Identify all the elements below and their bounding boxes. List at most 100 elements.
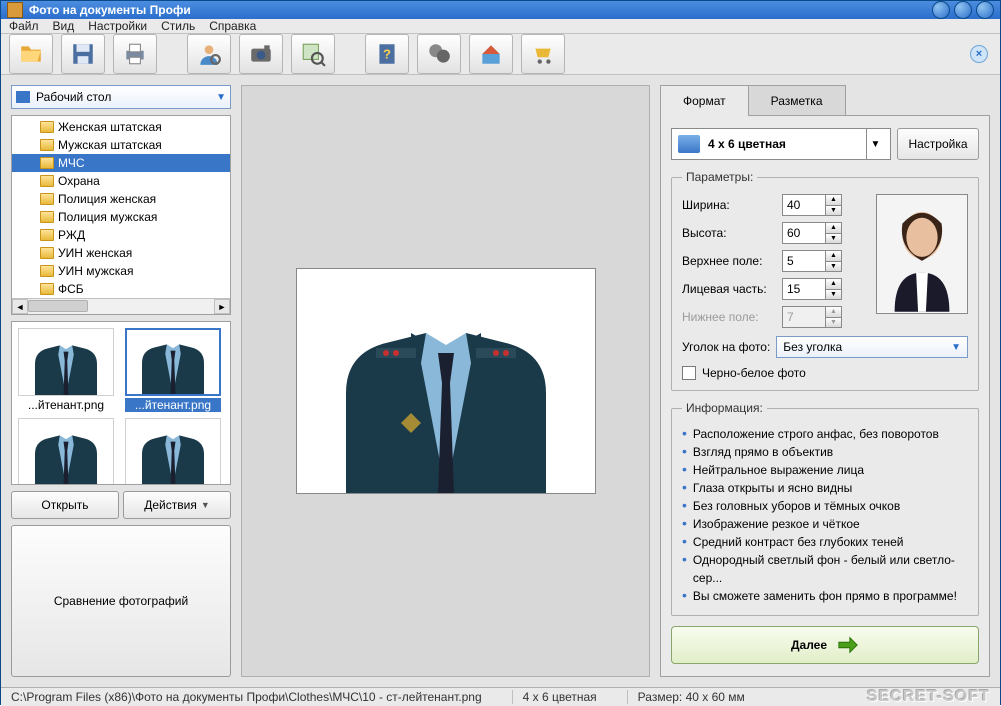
tree-item[interactable]: Полиция мужская [12,208,230,226]
thumbnail-caption: ...йтенант.png [18,398,114,412]
thumbnail-image [18,418,114,485]
folder-icon [40,265,54,277]
minimize-button[interactable] [932,1,950,19]
chevron-down-icon: ▼ [216,92,226,103]
main-area: Рабочий стол ▼ Женская штатская Мужская ш… [1,75,1000,687]
tree-item[interactable]: Охрана [12,172,230,190]
thumbnail-grid: ...йтенант.png...йтенант.png... капитан.… [11,321,231,485]
width-label: Ширина: [682,198,782,212]
thumbnail[interactable]: 12 - майор.png [125,418,221,485]
info-item: Изображение резкое и чёткое [682,515,968,533]
folder-icon [40,175,54,187]
thumbnail-image [125,328,221,396]
info-item: Взгляд прямо в объектив [682,443,968,461]
thumbnail[interactable]: ...йтенант.png [18,328,114,412]
tab-format[interactable]: Формат [660,85,749,116]
actions-button[interactable]: Действия▼ [123,491,231,519]
cart-icon[interactable] [521,34,565,74]
tree-item-label: ФСБ [58,282,84,296]
app-icon [7,2,23,18]
tree-item-label: УИН женская [58,246,132,260]
folder-icon [40,283,54,295]
bw-checkbox[interactable] [682,366,696,380]
top-label: Верхнее поле: [682,254,782,268]
bottom-spinner: 7▲▼ [782,306,842,328]
close-button[interactable] [976,1,994,19]
home-icon[interactable] [469,34,513,74]
tabs: Формат Разметка [660,85,990,116]
corner-select[interactable]: Без уголка ▼ [776,336,968,358]
menu-settings[interactable]: Настройки [88,19,147,33]
tree-item-label: Женская штатская [58,120,162,134]
width-spinner[interactable]: 40▲▼ [782,194,842,216]
open-button[interactable]: Открыть [11,491,119,519]
thumbnail-image [18,328,114,396]
format-select[interactable]: 4 x 6 цветная ▼ [671,128,891,160]
menu-view[interactable]: Вид [53,19,75,33]
height-label: Высота: [682,226,782,240]
camera-icon[interactable] [239,34,283,74]
menubar: Файл Вид Настройки Стиль Справка [1,19,1000,34]
tree-item[interactable]: ФСБ [12,280,230,298]
right-panel: Формат Разметка 4 x 6 цветная ▼ Настройк… [660,85,990,677]
maximize-button[interactable] [954,1,972,19]
tree-item-label: Полиция женская [58,192,156,206]
status-path: C:\Program Files (x86)\Фото на документы… [11,690,482,704]
height-spinner[interactable]: 60▲▼ [782,222,842,244]
thumbnail[interactable]: ... капитан.png [18,418,114,485]
format-select-label: 4 x 6 цветная [708,137,786,151]
corner-label: Уголок на фото: [682,340,770,354]
person-icon[interactable] [187,34,231,74]
bw-label: Черно-белое фото [702,366,806,380]
folder-icon [40,211,54,223]
menu-file[interactable]: Файл [9,19,39,33]
info-item: Расположение строго анфас, без поворотов [682,425,968,443]
tree-item[interactable]: УИН мужская [12,262,230,280]
chevron-down-icon: ▼ [866,129,884,159]
face-label: Лицевая часть: [682,282,782,296]
info-item: Вы сможете заменить фон прямо в программ… [682,587,968,605]
tree-item[interactable]: УИН женская [12,244,230,262]
tree-item[interactable]: Женская штатская [12,118,230,136]
next-label: Далее [791,638,827,652]
folder-icon [40,157,54,169]
next-button[interactable]: Далее [671,626,979,664]
tree-item[interactable]: Мужская штатская [12,136,230,154]
thumbnail[interactable]: ...йтенант.png [125,328,221,412]
menu-style[interactable]: Стиль [161,19,195,33]
top-spinner[interactable]: 5▲▼ [782,250,842,272]
help-book-icon[interactable]: ? [365,34,409,74]
tree-item[interactable]: РЖД [12,226,230,244]
folder-combo[interactable]: Рабочий стол ▼ [11,85,231,109]
info-item: Средний контраст без глубоких теней [682,533,968,551]
panel-close-icon[interactable]: × [970,45,988,63]
left-panel: Рабочий стол ▼ Женская штатская Мужская ш… [11,85,231,677]
preview-image [296,268,596,494]
toolbar: ? × [1,34,1000,75]
save-icon[interactable] [61,34,105,74]
preview-panel [241,85,650,677]
tree-item[interactable]: МЧС [12,154,230,172]
open-icon[interactable] [9,34,53,74]
settings-button[interactable]: Настройка [897,128,979,160]
folder-combo-label: Рабочий стол [36,90,111,104]
compare-button[interactable]: Сравнение фотографий [11,525,231,677]
info-item: Нейтральное выражение лица [682,461,968,479]
info-item: Однородный светлый фон - белый или светл… [682,551,968,587]
tree-item[interactable]: Полиция женская [12,190,230,208]
tree-item-label: МЧС [58,156,85,170]
info-item: Без головных уборов и тёмных очков [682,497,968,515]
zoom-icon[interactable] [291,34,335,74]
print-icon[interactable] [113,34,157,74]
tree-hscrollbar[interactable]: ◄► [12,298,230,314]
tab-layout[interactable]: Разметка [748,85,846,116]
info-legend: Информация: [682,401,767,415]
tree-item-label: РЖД [58,228,85,242]
menu-help[interactable]: Справка [209,19,256,33]
film-icon[interactable] [417,34,461,74]
folder-icon [40,139,54,151]
status-format: 4 x 6 цветная [512,690,597,704]
bottom-label: Нижнее поле: [682,310,782,324]
tree-item-label: УИН мужская [58,264,133,278]
face-spinner[interactable]: 15▲▼ [782,278,842,300]
